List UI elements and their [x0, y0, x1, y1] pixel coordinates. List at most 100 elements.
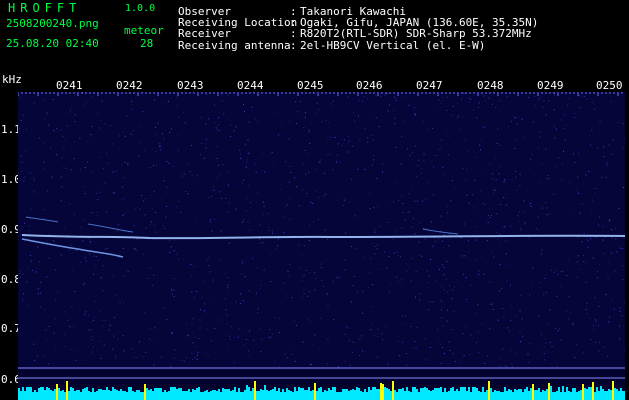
noise-dot	[565, 124, 567, 126]
antenna-value: 2el-HB9CV Vertical (el. E-W)	[300, 39, 486, 52]
noise-dot	[66, 125, 68, 127]
noise-dot	[19, 128, 21, 130]
noise-dot	[541, 249, 543, 251]
noise-dot	[304, 245, 306, 247]
signal-level-bar	[314, 383, 316, 400]
noise-dot	[560, 339, 562, 341]
signal-level-bar	[194, 390, 196, 400]
signal-level-bar	[174, 387, 176, 400]
noise-dot	[523, 200, 525, 202]
signal-level-bar	[448, 391, 450, 400]
noise-dot	[121, 186, 123, 188]
noise-dot	[177, 133, 179, 135]
noise-dot	[69, 110, 71, 112]
noise-dot	[396, 276, 398, 278]
noise-dot	[607, 277, 609, 279]
signal-level-bar	[520, 389, 522, 400]
noise-dot	[429, 301, 431, 303]
noise-dot	[69, 249, 71, 251]
noise-dot	[506, 280, 508, 282]
signal-level-bar	[462, 387, 464, 400]
noise-dot	[54, 318, 56, 320]
noise-dot	[20, 233, 22, 235]
noise-dot	[611, 153, 613, 155]
signal-level-bar	[402, 388, 404, 400]
signal-level-bar	[418, 392, 420, 400]
noise-dot	[122, 214, 124, 216]
signal-level-bar	[80, 392, 82, 400]
signal-level-bar	[622, 391, 624, 400]
noise-dot	[333, 319, 335, 321]
noise-dot	[519, 185, 521, 187]
signal-level-bar	[30, 387, 32, 400]
noise-dot	[180, 212, 182, 213]
noise-dot	[515, 139, 517, 141]
signal-level-bar	[480, 392, 482, 400]
noise-dot	[55, 299, 56, 301]
noise-dot	[62, 135, 64, 137]
noise-dot	[145, 352, 147, 353]
noise-dot	[33, 190, 35, 192]
noise-dot	[268, 336, 270, 338]
signal-level-bar	[528, 391, 530, 400]
signal-level-bar	[488, 381, 490, 400]
time-tick: 0248	[477, 79, 504, 92]
noise-dot	[540, 182, 542, 184]
signal-level-bar	[406, 387, 408, 400]
noise-dot	[364, 169, 366, 170]
noise-dot	[323, 285, 324, 287]
noise-dot	[191, 275, 193, 277]
noise-dot	[370, 134, 372, 136]
noise-dot	[446, 96, 448, 98]
signal-level-bar	[470, 392, 472, 400]
noise-dot	[71, 269, 73, 271]
signal-level-bar	[542, 390, 544, 400]
noise-dot	[196, 290, 198, 292]
signal-level-bar	[254, 381, 256, 400]
noise-dot	[274, 362, 276, 364]
signal-level-bar	[108, 390, 110, 400]
noise-dot	[37, 246, 39, 248]
noise-dot	[302, 189, 304, 191]
noise-dot	[338, 143, 339, 145]
noise-dot	[88, 329, 90, 331]
noise-dot	[144, 198, 146, 200]
noise-dot	[83, 104, 85, 106]
signal-level-bar	[196, 388, 198, 400]
noise-dot	[104, 248, 106, 250]
noise-dot	[414, 340, 416, 342]
noise-dot	[181, 175, 183, 177]
signal-level-bar	[516, 390, 518, 400]
noise-dot	[579, 107, 581, 109]
noise-dot	[557, 273, 559, 275]
noise-dot	[362, 350, 364, 352]
noise-dot	[329, 153, 331, 155]
noise-dot	[28, 305, 30, 307]
signal-level-bar	[186, 391, 188, 400]
noise-dot	[407, 211, 409, 213]
noise-dot	[607, 261, 609, 263]
noise-dot	[221, 100, 223, 102]
signal-level-bar	[180, 388, 182, 400]
noise-dot	[521, 118, 523, 120]
noise-dot	[473, 207, 475, 209]
noise-dot	[541, 163, 543, 165]
noise-dot	[284, 353, 286, 355]
noise-dot	[505, 253, 507, 255]
noise-dot	[270, 253, 272, 255]
noise-dot	[211, 230, 213, 232]
noise-dot	[63, 148, 65, 150]
noise-dot	[433, 194, 434, 196]
noise-dot	[591, 210, 593, 212]
noise-dot	[339, 161, 341, 163]
signal-level-bar	[222, 388, 224, 400]
noise-dot	[364, 256, 366, 258]
noise-dot	[235, 126, 237, 128]
noise-dot	[507, 126, 509, 128]
noise-dot	[225, 197, 227, 199]
signal-level-bar	[608, 389, 610, 400]
noise-dot	[192, 318, 194, 320]
noise-dot	[199, 319, 201, 321]
noise-dot	[611, 237, 613, 238]
signal-level-bar	[534, 390, 536, 400]
